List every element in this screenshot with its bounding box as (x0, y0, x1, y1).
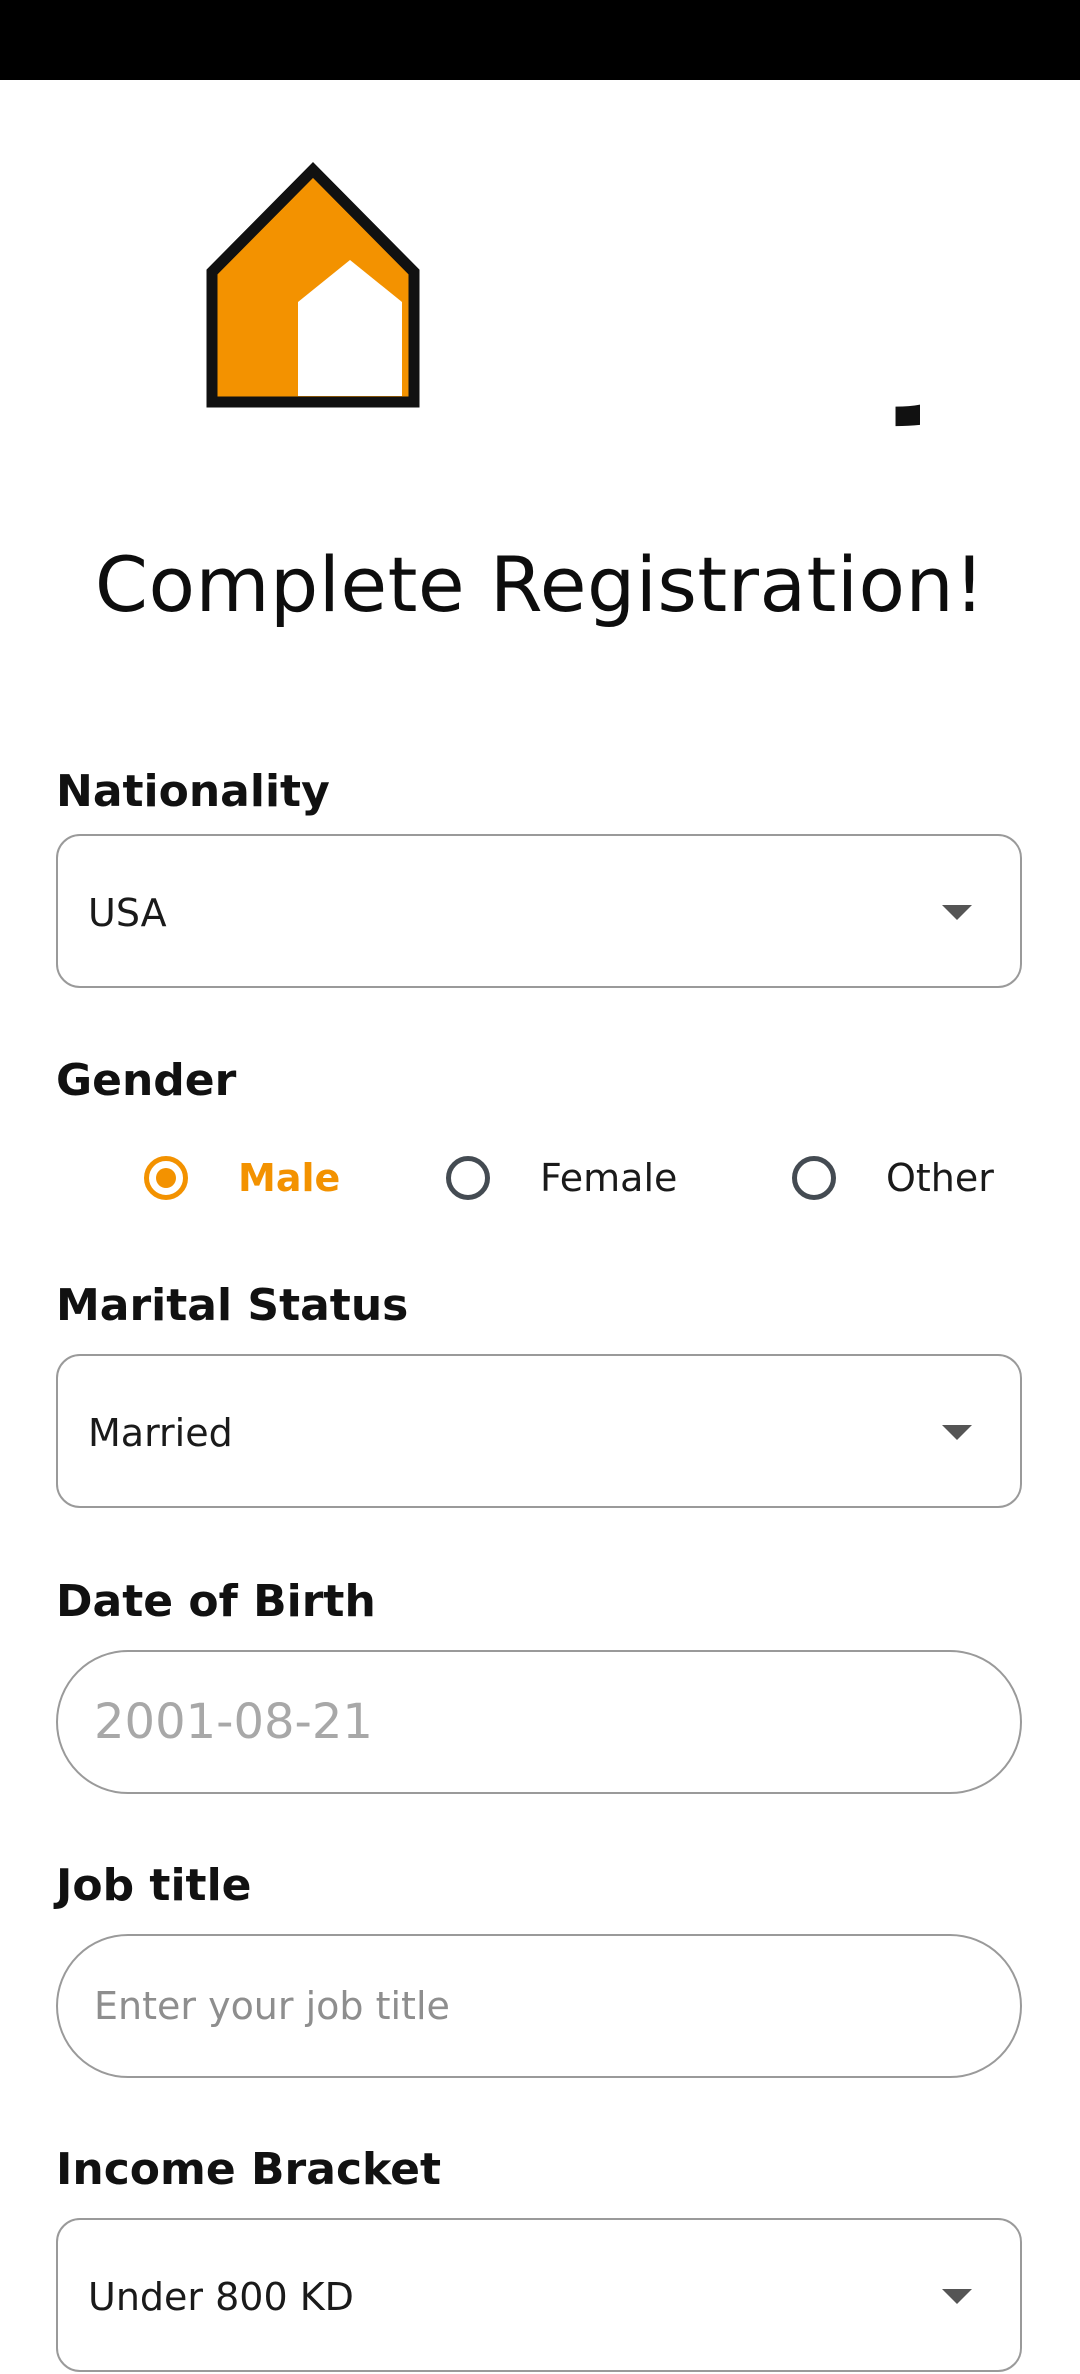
nationality-value: USA (88, 891, 167, 935)
house-icon (206, 162, 420, 408)
job-title-label: Job title (56, 1860, 252, 1911)
status-bar (0, 0, 1080, 80)
income-bracket-select[interactable]: Under 800 KD (56, 2218, 1022, 2372)
radio-selected-icon (144, 1156, 188, 1200)
logo-wordmark: مستأجر (895, 233, 920, 426)
nationality-select[interactable]: USA (56, 834, 1022, 988)
gender-option-label: Other (886, 1156, 994, 1200)
date-of-birth-label: Date of Birth (56, 1576, 376, 1627)
gender-option-other[interactable]: Other (792, 1140, 994, 1216)
page-title: Complete Registration! (94, 540, 986, 629)
job-title-input[interactable] (56, 1934, 1022, 2078)
radio-unselected-icon (792, 1156, 836, 1200)
app-logo: مستأجر (206, 162, 920, 426)
income-bracket-value: Under 800 KD (88, 2275, 354, 2319)
gender-label: Gender (56, 1055, 237, 1106)
gender-option-label: Female (540, 1156, 678, 1200)
date-of-birth-input[interactable] (56, 1650, 1022, 1794)
gender-option-female[interactable]: Female (446, 1140, 677, 1216)
gender-option-label: Male (238, 1156, 341, 1200)
marital-status-value: Married (88, 1411, 233, 1455)
dropdown-arrow-icon (942, 2289, 972, 2304)
gender-radio-group: Male Female Other (0, 1140, 1080, 1216)
marital-status-label: Marital Status (56, 1280, 409, 1331)
income-bracket-label: Income Bracket (56, 2144, 441, 2195)
dropdown-arrow-icon (942, 905, 972, 920)
dropdown-arrow-icon (942, 1425, 972, 1440)
marital-status-select[interactable]: Married (56, 1354, 1022, 1508)
gender-option-male[interactable]: Male (144, 1140, 340, 1216)
nationality-label: Nationality (56, 766, 330, 817)
radio-unselected-icon (446, 1156, 490, 1200)
